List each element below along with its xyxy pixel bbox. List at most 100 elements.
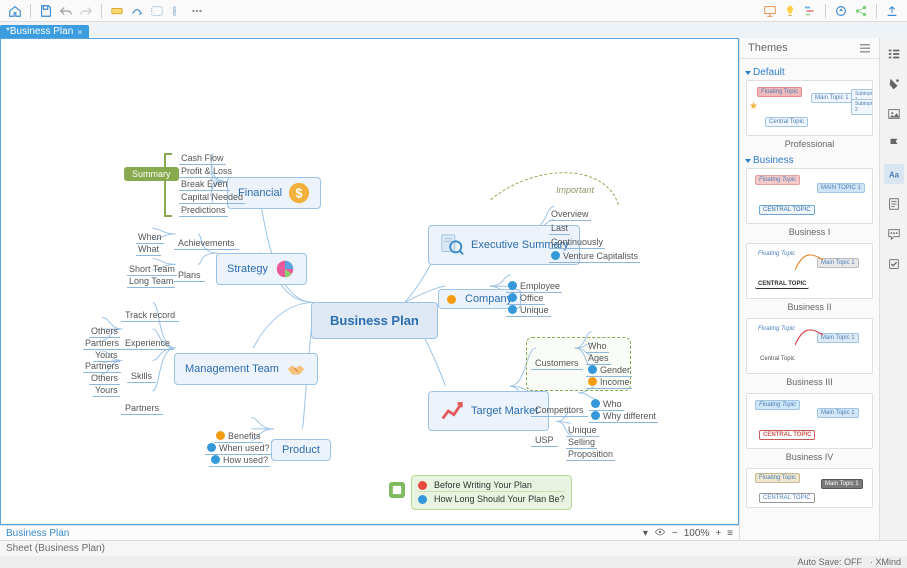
leaf[interactable]: Overview	[549, 209, 591, 221]
section-default[interactable]: Default	[746, 67, 873, 78]
leaf[interactable]: Who	[589, 399, 624, 411]
topic-management[interactable]: Management Team	[174, 353, 318, 385]
zoom-in-button[interactable]: +	[715, 528, 721, 539]
themes-icon[interactable]: Aa	[884, 164, 904, 184]
save-icon[interactable]	[37, 2, 55, 20]
sheet-link[interactable]: Business Plan	[6, 528, 69, 539]
summary-badge[interactable]: Summary	[124, 167, 179, 181]
subtopic[interactable]: Experience	[121, 338, 174, 350]
leaf[interactable]: Others	[89, 373, 120, 385]
theme-caption: Professional	[746, 139, 873, 149]
subtopic[interactable]: Achievements	[174, 238, 239, 250]
leaf[interactable]: Benefits	[214, 431, 263, 443]
topic-icon[interactable]	[108, 2, 126, 20]
leaf[interactable]: Why different	[589, 411, 658, 423]
dollar-icon: $	[288, 182, 310, 204]
gantt-icon[interactable]	[801, 2, 819, 20]
relationship-icon[interactable]	[128, 2, 146, 20]
theme-card-professional[interactable]: ★ Floating Topic Main Topic 1 Subtopic 1…	[746, 80, 873, 136]
leaf[interactable]: Last	[549, 223, 570, 235]
leaf[interactable]: Long Team	[127, 276, 175, 288]
star-icon: ★	[749, 101, 758, 112]
notes-icon[interactable]	[884, 194, 904, 214]
leaf[interactable]: Continuously	[549, 237, 605, 249]
boundary-icon[interactable]	[148, 2, 166, 20]
subtopic[interactable]: USP	[531, 435, 558, 447]
subtopic[interactable]: Track record	[121, 310, 179, 322]
leaf[interactable]: Proposition	[566, 449, 615, 461]
sheet-tab[interactable]: Sheet (Business Plan)	[6, 543, 105, 554]
theme-card-business-1[interactable]: Floating Topic MAIN TOPIC 1 CENTRAL TOPI…	[746, 168, 873, 224]
flag-icon[interactable]	[884, 134, 904, 154]
more-icon[interactable]	[188, 2, 206, 20]
central-topic[interactable]: Business Plan	[311, 302, 438, 339]
leaf[interactable]: Break Even	[179, 179, 230, 191]
eye-icon[interactable]	[654, 526, 666, 541]
undo-icon[interactable]	[57, 2, 75, 20]
task-icon[interactable]	[884, 254, 904, 274]
callout-label: Important	[556, 185, 594, 195]
leaf[interactable]: Others	[89, 326, 120, 338]
leaf[interactable]: Unique	[566, 425, 599, 437]
zoom-out-button[interactable]: −	[672, 528, 678, 539]
leaf[interactable]: Office	[506, 293, 545, 305]
outline-icon[interactable]	[884, 44, 904, 64]
subtopic[interactable]: Plans	[174, 270, 205, 282]
leaf[interactable]: Ages	[586, 353, 611, 365]
note-icon[interactable]	[389, 482, 405, 498]
leaf[interactable]: How used?	[209, 455, 270, 467]
leaf[interactable]: Selling	[566, 437, 597, 449]
redo-icon[interactable]	[77, 2, 95, 20]
close-icon[interactable]: ×	[77, 27, 82, 37]
subtopic[interactable]: Skills	[127, 371, 156, 383]
leaf[interactable]: Gender	[586, 365, 632, 377]
leaf[interactable]: Income	[586, 377, 632, 389]
share-icon[interactable]	[852, 2, 870, 20]
presentation-icon[interactable]	[761, 2, 779, 20]
leaf[interactable]: Unique	[506, 305, 551, 317]
leaf[interactable]: Partners	[83, 361, 121, 373]
subtopic[interactable]: Partners	[121, 403, 163, 415]
autosave-status: Auto Save: OFF	[797, 557, 862, 567]
theme-card-business-3[interactable]: Floating Topic Main Topic 1 Central Topi…	[746, 318, 873, 374]
leaf[interactable]: Capital Needed	[179, 192, 245, 204]
fit-icon[interactable]: ≡	[727, 528, 733, 539]
leaf[interactable]: What	[136, 244, 161, 256]
leaf[interactable]: Partners	[83, 338, 121, 350]
document-tab[interactable]: *Business Plan ×	[0, 25, 89, 38]
theme-card-business-4[interactable]: Floating Topic Main Topic 1 CENTRAL TOPI…	[746, 393, 873, 449]
leaf[interactable]: Short Team	[127, 264, 177, 276]
leaf[interactable]: Who	[586, 341, 609, 353]
leaf[interactable]: Venture Capitalists	[549, 251, 640, 263]
right-icon-rail: Aa	[879, 38, 907, 540]
leaf[interactable]: Profit & Loss	[179, 166, 234, 178]
marker-icon	[508, 281, 517, 290]
marker-icon[interactable]	[884, 74, 904, 94]
idea-icon[interactable]	[781, 2, 799, 20]
topic-product[interactable]: Product	[271, 439, 331, 461]
panel-title: Themes	[748, 42, 788, 54]
panel-menu-icon[interactable]	[859, 42, 871, 54]
topic-strategy[interactable]: Strategy	[216, 253, 307, 285]
leaf[interactable]: When used?	[205, 443, 272, 455]
filter-icon[interactable]: ▾	[643, 528, 648, 539]
leaf[interactable]: Yours	[93, 385, 120, 397]
leaf[interactable]: Employee	[506, 281, 562, 293]
comments-icon[interactable]	[884, 224, 904, 244]
home-icon[interactable]	[6, 2, 24, 20]
leaf[interactable]: Predictions	[179, 205, 228, 217]
subtopic[interactable]: Customers	[531, 358, 583, 370]
export-icon[interactable]	[883, 2, 901, 20]
subtopic[interactable]: Competitors	[531, 405, 588, 417]
leaf[interactable]: Cash Flow	[179, 153, 226, 165]
section-business[interactable]: Business	[746, 155, 873, 166]
image-icon[interactable]	[884, 104, 904, 124]
summary-bracket-icon[interactable]	[168, 2, 186, 20]
mindmap-canvas[interactable]: Business Plan Financial $ Summary Cash F…	[0, 38, 739, 525]
sync-icon[interactable]	[832, 2, 850, 20]
marker-icon	[588, 377, 597, 386]
theme-card-business-2[interactable]: Floating Topic Main Topic 1 CENTRAL TOPI…	[746, 243, 873, 299]
floating-notes[interactable]: Before Writing Your Plan How Long Should…	[411, 475, 572, 510]
theme-card-business-5[interactable]: Floating Topic Main Topic 1 CENTRAL TOPI…	[746, 468, 873, 508]
leaf[interactable]: When	[136, 232, 164, 244]
